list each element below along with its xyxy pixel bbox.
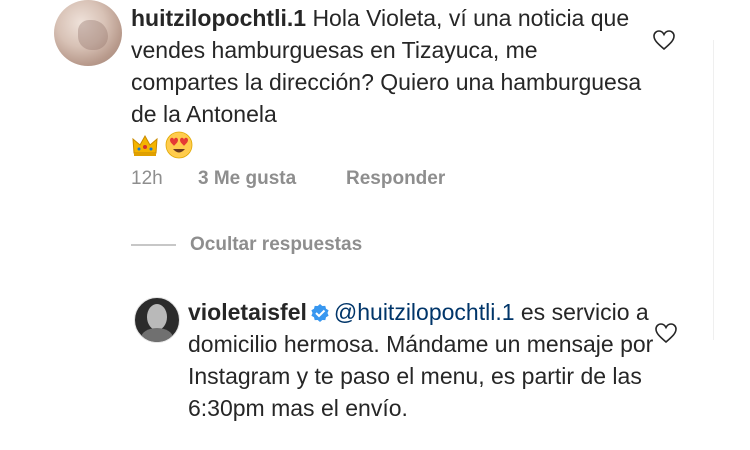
- avatar[interactable]: [54, 0, 122, 66]
- reply-button[interactable]: Responder: [346, 168, 445, 190]
- hide-replies-label: Ocultar respuestas: [190, 234, 363, 255]
- reply-username[interactable]: violetaisfel: [188, 299, 307, 325]
- verified-badge-icon: [310, 299, 330, 322]
- divider-line: [131, 244, 176, 246]
- reply-like-heart-icon[interactable]: [654, 321, 678, 345]
- comment: huitzilopochtli.1 Hola Violeta, ví una n…: [0, 0, 750, 205]
- comment-likes[interactable]: 3 Me gusta: [198, 168, 296, 190]
- comment-body: huitzilopochtli.1 Hola Violeta, ví una n…: [131, 2, 651, 162]
- reply-avatar[interactable]: [134, 297, 180, 343]
- reply-mention-link[interactable]: @huitzilopochtli.1: [334, 299, 515, 325]
- hide-replies-toggle[interactable]: Ocultar respuestas: [131, 234, 362, 256]
- like-heart-icon[interactable]: [652, 28, 676, 52]
- reply-body: violetaisfel @huitzilopochtli.1 es servic…: [188, 296, 658, 424]
- heart-eyes-emoji-icon: [165, 131, 193, 159]
- comment-username[interactable]: huitzilopochtli.1: [131, 5, 306, 31]
- crown-emoji-icon: [131, 131, 159, 159]
- comment-time: 12h: [131, 168, 163, 189]
